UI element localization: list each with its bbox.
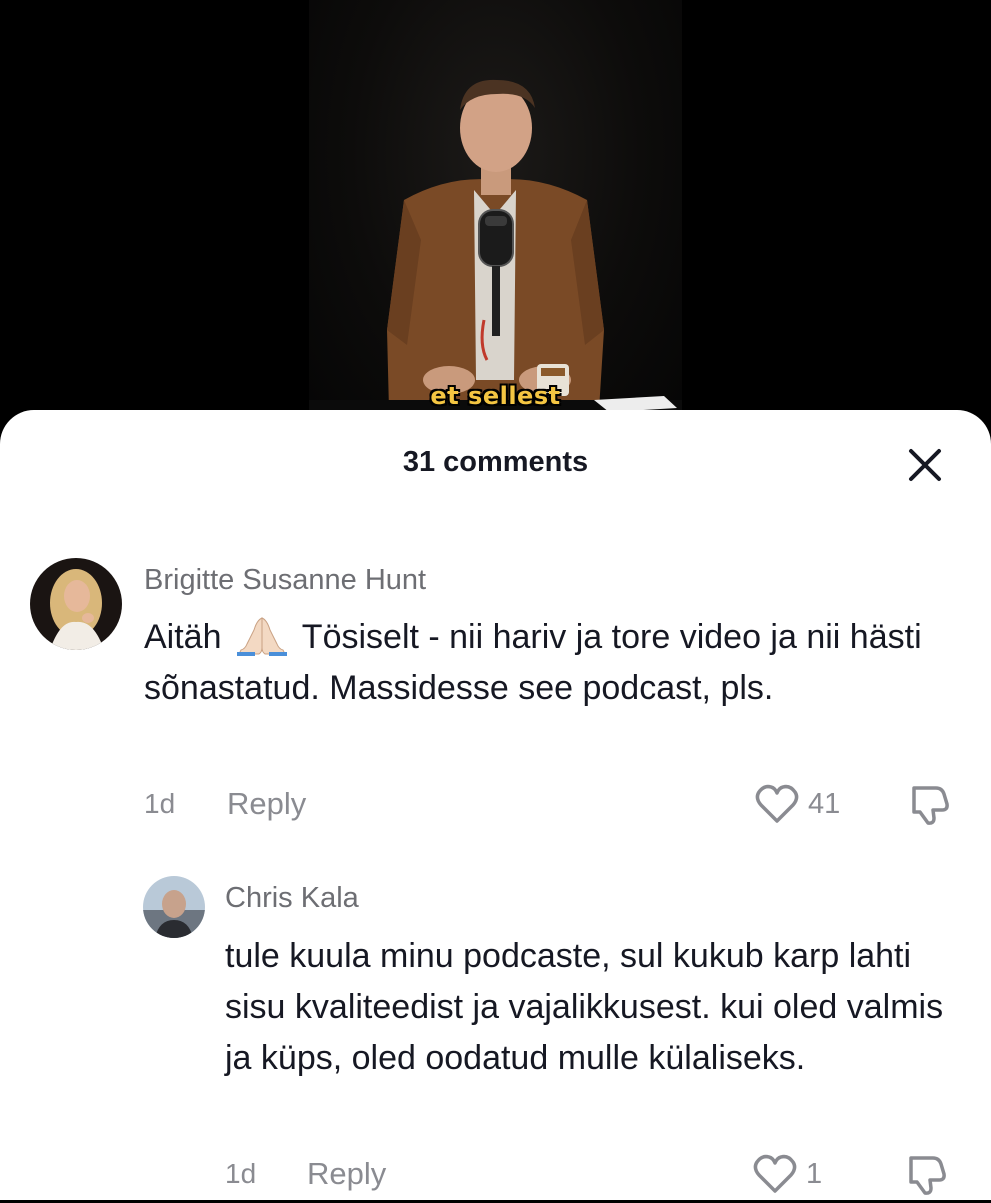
dislike-button[interactable]	[903, 1152, 949, 1203]
comment-reply-item: Chris Kala tule kuula minu podcaste, sul…	[0, 410, 991, 1200]
video-still	[309, 79, 682, 440]
like-count: 1	[806, 1157, 823, 1190]
comments-sheet: 31 comments Brigitte Susanne Hunt Aitäh	[0, 410, 991, 1200]
video-frame: et sellest	[309, 0, 682, 440]
video-player[interactable]: et sellest	[0, 0, 991, 440]
reply-button[interactable]: Reply	[307, 1156, 386, 1192]
like-button[interactable]: 1	[752, 1153, 822, 1195]
video-caption: et sellest	[430, 382, 561, 410]
avatar[interactable]	[143, 876, 205, 938]
avatar-image	[143, 876, 205, 938]
comment-time: 1d	[225, 1158, 257, 1189]
heart-icon	[753, 1154, 797, 1193]
comment-text: tule kuula minu podcaste, sul kukub karp…	[225, 937, 944, 1077]
thumbs-down-icon	[909, 1156, 946, 1195]
comment-username[interactable]: Chris Kala	[225, 882, 359, 915]
